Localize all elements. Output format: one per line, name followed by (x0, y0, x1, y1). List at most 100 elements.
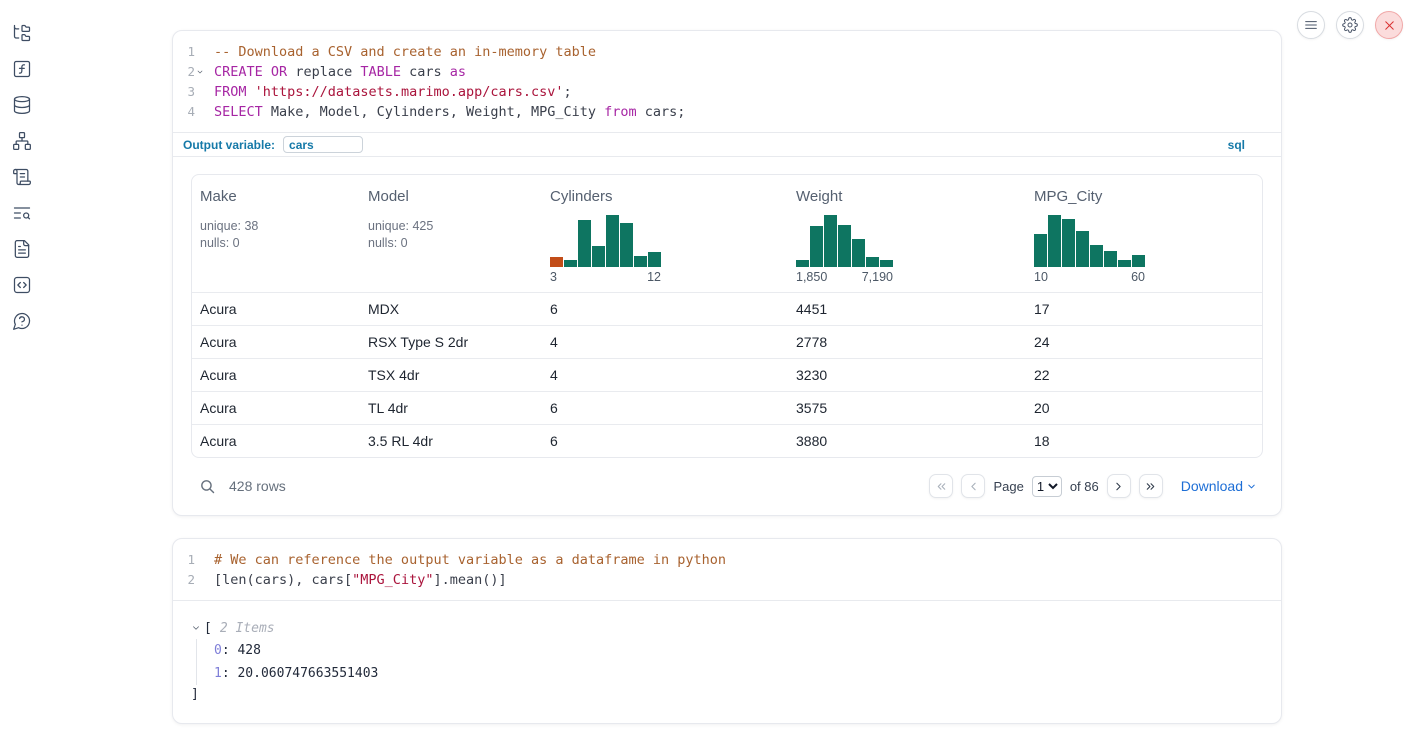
cell-make: Acura (192, 400, 360, 416)
hist-max-label: 12 (647, 270, 661, 284)
python-code-editor[interactable]: 1 # We can reference the output variable… (173, 539, 1281, 600)
column-header-mpg-city[interactable]: MPG_City 10 60 (1026, 175, 1262, 292)
text-search-icon (12, 203, 32, 223)
page-label: Page (993, 479, 1023, 494)
chevrons-left-icon (935, 480, 948, 493)
left-icon-rail (0, 0, 44, 331)
hist-max-label: 7,190 (862, 270, 893, 284)
hist-min-label: 3 (550, 270, 557, 284)
column-header-model[interactable]: Model unique: 425 nulls: 0 (360, 175, 542, 292)
code-line: 1 -- Download a CSV and create an in-mem… (173, 42, 1281, 62)
nulls-count: nulls: 0 (200, 235, 352, 252)
line-number: 2 (173, 570, 195, 590)
table-row: Acura TL 4dr 6 3575 20 (192, 391, 1262, 424)
search-icon (199, 478, 216, 495)
datasources-button[interactable] (12, 95, 32, 115)
hist-max-label: 60 (1131, 270, 1145, 284)
scroll-icon (12, 167, 32, 187)
last-page-button[interactable] (1139, 474, 1163, 498)
close-bracket: ] (191, 685, 1281, 705)
item-value: 20.060747663551403 (237, 666, 378, 681)
documentation-button[interactable] (12, 239, 32, 259)
download-button[interactable]: Download (1181, 478, 1257, 494)
snippets-button[interactable] (12, 275, 32, 295)
histogram-axis-labels: 10 60 (1034, 270, 1145, 284)
table-footer: 428 rows Page 1 of 86 Download (191, 469, 1263, 503)
column-header-make[interactable]: Make unique: 38 nulls: 0 (192, 175, 360, 292)
data-table: Make unique: 38 nulls: 0 Model unique: 4… (191, 174, 1263, 458)
page-select[interactable]: 1 (1032, 476, 1062, 497)
dependency-graph-button[interactable] (12, 131, 32, 151)
histogram-axis-labels: 1,850 7,190 (796, 270, 893, 284)
menu-button[interactable] (1297, 11, 1325, 39)
code-text: -- Download a CSV and create an in-memor… (205, 42, 596, 62)
output-variable-bar: Output variable: sql (173, 132, 1281, 157)
shutdown-button[interactable] (1375, 11, 1403, 39)
python-cell-output: [ 2 Items 0: 428 1: 20.060747663551403 ] (173, 600, 1281, 723)
cell-weight: 3880 (788, 433, 1026, 449)
cell-model: TL 4dr (360, 400, 542, 416)
code-line: 3 FROM 'https://datasets.marimo.app/cars… (173, 82, 1281, 102)
code-line: 2 [len(cars), cars["MPG_City"].mean()] (173, 570, 1281, 590)
output-variable-input[interactable] (283, 136, 363, 153)
variables-button[interactable] (12, 59, 32, 79)
settings-button[interactable] (1336, 11, 1364, 39)
cell-weight: 3575 (788, 400, 1026, 416)
code-fold-toggle[interactable] (196, 68, 204, 76)
cell-cylinders: 6 (542, 301, 788, 317)
database-icon (12, 95, 32, 115)
window-controls (1297, 11, 1403, 39)
cell-cylinders: 4 (542, 334, 788, 350)
item-colon: : (222, 643, 230, 658)
line-number: 1 (173, 42, 195, 62)
file-tree-button[interactable] (12, 23, 32, 43)
column-header-cylinders[interactable]: Cylinders 3 12 (542, 175, 788, 292)
sql-code-editor[interactable]: 1 -- Download a CSV and create an in-mem… (173, 31, 1281, 132)
histogram-bars (796, 215, 893, 267)
pagination: Page 1 of 86 Download (929, 474, 1263, 498)
cell-make: Acura (192, 301, 360, 317)
help-button[interactable] (12, 311, 32, 331)
function-square-icon (12, 59, 32, 79)
cell-weight: 3230 (788, 367, 1026, 383)
histogram-axis-labels: 3 12 (550, 270, 661, 284)
tree-root-row: [ 2 Items (191, 617, 1281, 639)
tree-collapse-toggle[interactable] (191, 623, 201, 633)
table-row: Acura RSX Type S 2dr 4 2778 24 (192, 325, 1262, 358)
tree-children: 0: 428 1: 20.060747663551403 (196, 639, 1281, 685)
cell-model: MDX (360, 301, 542, 317)
hamburger-icon (1303, 17, 1319, 33)
scratchpad-button[interactable] (12, 167, 32, 187)
search-rows-button[interactable] (199, 478, 216, 495)
cell-mpg-city: 24 (1026, 334, 1262, 350)
previous-page-button[interactable] (961, 474, 985, 498)
notebook: 1 -- Download a CSV and create an in-mem… (172, 30, 1282, 724)
histogram-bars (550, 215, 661, 267)
list-item: 0: 428 (214, 639, 1281, 662)
first-page-button[interactable] (929, 474, 953, 498)
gear-icon (1342, 17, 1358, 33)
next-page-button[interactable] (1107, 474, 1131, 498)
table-header-row: Make unique: 38 nulls: 0 Model unique: 4… (192, 175, 1262, 292)
nulls-count: nulls: 0 (368, 235, 534, 252)
output-variable-label: Output variable: (183, 138, 275, 152)
code-text: # We can reference the output variable a… (205, 550, 726, 570)
code-line: 4 SELECT Make, Model, Cylinders, Weight,… (173, 102, 1281, 122)
cell-cylinders: 6 (542, 433, 788, 449)
cell-mpg-city: 20 (1026, 400, 1262, 416)
document-icon (12, 239, 32, 259)
column-label: Make (200, 188, 352, 205)
cell-weight: 2778 (788, 334, 1026, 350)
cell-cylinders: 4 (542, 367, 788, 383)
list-item: 1: 20.060747663551403 (214, 662, 1281, 685)
item-colon: : (222, 666, 230, 681)
cell-make: Acura (192, 334, 360, 350)
chevron-right-icon (1112, 480, 1125, 493)
logs-button[interactable] (12, 203, 32, 223)
column-header-weight[interactable]: Weight 1,850 7,190 (788, 175, 1026, 292)
code-line: 1 # We can reference the output variable… (173, 550, 1281, 570)
column-label: Model (368, 188, 534, 205)
sql-cell-output: Make unique: 38 nulls: 0 Model unique: 4… (173, 157, 1281, 515)
cell-weight: 4451 (788, 301, 1026, 317)
item-index: 1 (214, 666, 222, 681)
